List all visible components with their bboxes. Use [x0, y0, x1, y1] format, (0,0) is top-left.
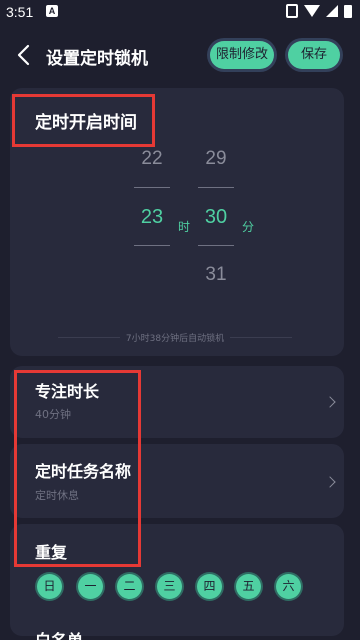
day-saturday[interactable]: 六 [276, 574, 301, 599]
time-picker-title: 定时开启时间 [35, 113, 137, 133]
header: 设置定时锁机 限制修改 保存 [0, 24, 360, 86]
task-name-title: 定时任务名称 [35, 462, 132, 481]
cellular-icon [326, 5, 338, 17]
status-time: 3:51 [6, 4, 34, 20]
minute-above[interactable]: 29 [196, 148, 236, 170]
focus-duration-row[interactable]: 专注时长 40分钟 [10, 366, 344, 438]
chevron-right-icon [324, 396, 336, 408]
notification-a-icon: A [46, 5, 58, 17]
minute-selected[interactable]: 30 [196, 206, 236, 229]
auto-lock-row: 7小时38分钟后自动锁机 [50, 331, 300, 345]
wifi-icon [304, 5, 320, 17]
battery-icon [344, 4, 352, 18]
day-wednesday[interactable]: 三 [157, 574, 182, 599]
status-icons [286, 4, 352, 18]
back-arrow-icon[interactable] [14, 44, 34, 66]
status-bar: 3:51 A [0, 0, 360, 24]
minute-unit: 分 [242, 220, 255, 234]
day-friday[interactable]: 五 [236, 574, 261, 599]
time-picker-card: 定时开启时间 22 23 时 29 30 31 分 7小时38分钟后自动锁机 [10, 88, 344, 356]
chevron-right-icon [324, 476, 336, 488]
repeat-title: 重复 [35, 543, 68, 562]
vibrate-icon [286, 4, 298, 18]
task-name-row[interactable]: 定时任务名称 定时休息 [10, 444, 344, 518]
auto-lock-hint: 7小时38分钟后自动锁机 [125, 334, 225, 344]
picker-divider [198, 187, 234, 188]
hour-selected[interactable]: 23 [132, 206, 172, 229]
picker-divider [134, 187, 170, 188]
repeat-card: 重复 日 一 二 三 四 五 六 [10, 524, 344, 636]
picker-divider [198, 245, 234, 246]
hour-unit: 时 [178, 220, 191, 234]
page-title: 设置定时锁机 [46, 49, 148, 69]
day-sunday[interactable]: 日 [37, 574, 62, 599]
whitelist-title-partial: 白名单 [35, 627, 83, 640]
day-thursday[interactable]: 四 [197, 574, 222, 599]
save-button[interactable]: 保存 [288, 41, 340, 69]
hour-above[interactable]: 22 [132, 148, 172, 170]
picker-divider [134, 245, 170, 246]
focus-duration-value: 40分钟 [35, 408, 71, 421]
task-name-value: 定时休息 [35, 489, 79, 502]
day-monday[interactable]: 一 [78, 574, 103, 599]
minute-below[interactable]: 31 [196, 264, 236, 286]
limit-edit-button[interactable]: 限制修改 [210, 41, 274, 69]
day-tuesday[interactable]: 二 [117, 574, 142, 599]
focus-duration-title: 专注时长 [35, 382, 100, 401]
